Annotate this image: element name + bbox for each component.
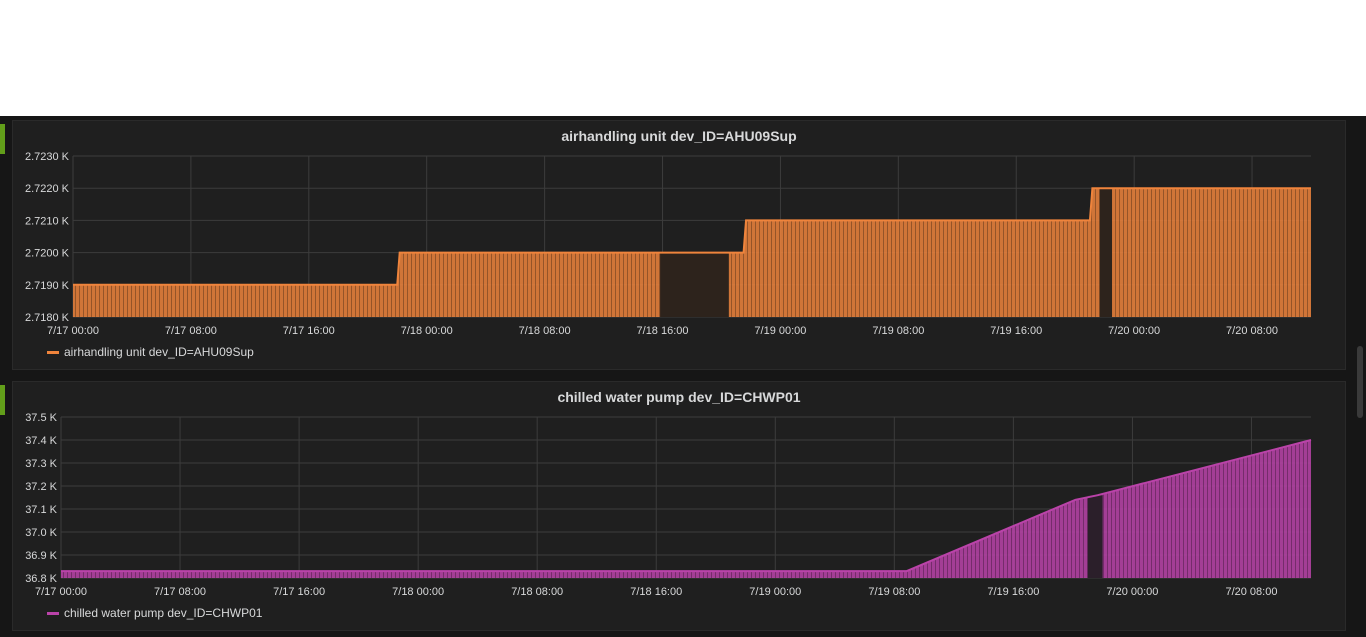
legend-label: airhandling unit dev_ID=AHU09Sup: [64, 345, 254, 359]
legend-swatch: [47, 611, 59, 615]
y-tick-label: 37.3 K: [25, 458, 57, 470]
x-tick-label: 7/20 08:00: [1226, 325, 1278, 337]
chart-plot: 2.7180 K 2.7190 K 2.7200 K 2.7210 K 2.7220 K…: [25, 151, 1311, 337]
x-tick-label: 7/19 16:00: [987, 586, 1039, 598]
series-gap: [1099, 188, 1113, 317]
x-tick-label: 7/17 08:00: [154, 586, 206, 598]
legend-item[interactable]: chilled water pump dev_ID=CHWP01: [47, 606, 262, 620]
x-tick-label: 7/20 00:00: [1106, 586, 1158, 598]
y-tick-label: 2.7220 K: [25, 183, 70, 195]
x-tick-label: 7/18 16:00: [630, 586, 682, 598]
x-tick-label: 7/18 08:00: [511, 586, 563, 598]
y-tick-label: 36.9 K: [25, 550, 57, 562]
y-tick-label: 37.2 K: [25, 481, 57, 493]
y-tick-label: 2.7230 K: [25, 151, 70, 163]
y-tick-label: 37.0 K: [25, 527, 57, 539]
y-tick-label: 36.8 K: [25, 573, 57, 585]
y-tick-label: 2.7210 K: [25, 215, 70, 227]
x-tick-label: 7/19 00:00: [749, 586, 801, 598]
x-tick-label: 7/19 16:00: [990, 325, 1042, 337]
y-tick-label: 37.4 K: [25, 435, 57, 447]
x-tick-label: 7/17 08:00: [165, 325, 217, 337]
legend-label: chilled water pump dev_ID=CHWP01: [64, 606, 263, 620]
legend-swatch: [47, 350, 59, 354]
chart-panel-ahu: airhandling unit dev_ID=AHU09Sup 2.7180 …: [12, 120, 1346, 370]
legend-item[interactable]: airhandling unit dev_ID=AHU09Sup: [47, 345, 254, 359]
y-tick-label: 2.7190 K: [25, 280, 70, 292]
panel-marker-1: [0, 124, 5, 154]
x-tick-label: 7/20 00:00: [1108, 325, 1160, 337]
x-tick-label: 7/20 08:00: [1225, 586, 1277, 598]
series-gap: [1087, 495, 1103, 578]
x-tick-label: 7/17 00:00: [47, 325, 99, 337]
x-tick-label: 7/17 16:00: [273, 586, 325, 598]
scrollbar[interactable]: [1357, 346, 1363, 418]
chart-plot: 36.8 K 36.9 K 37.0 K 37.1 K 37.2 K 37.3 K 37.4…: [25, 412, 1312, 598]
series-gap: [660, 252, 729, 317]
y-tick-label: 37.5 K: [25, 412, 57, 424]
y-tick-label: 2.7200 K: [25, 248, 70, 260]
x-tick-label: 7/18 08:00: [519, 325, 571, 337]
x-tick-label: 7/18 00:00: [392, 586, 444, 598]
x-tick-label: 7/18 00:00: [401, 325, 453, 337]
panel-marker-2: [0, 385, 5, 415]
x-tick-label: 7/19 08:00: [868, 586, 920, 598]
x-tick-label: 7/17 00:00: [35, 586, 87, 598]
x-tick-label: 7/17 16:00: [283, 325, 335, 337]
y-tick-label: 37.1 K: [25, 504, 57, 516]
x-tick-label: 7/19 08:00: [872, 325, 924, 337]
chart-panel-chwp: chilled water pump dev_ID=CHWP01 36.8 K3…: [12, 381, 1346, 631]
y-tick-label: 2.7180 K: [25, 312, 70, 324]
x-tick-label: 7/19 00:00: [754, 325, 806, 337]
x-tick-label: 7/18 16:00: [637, 325, 689, 337]
